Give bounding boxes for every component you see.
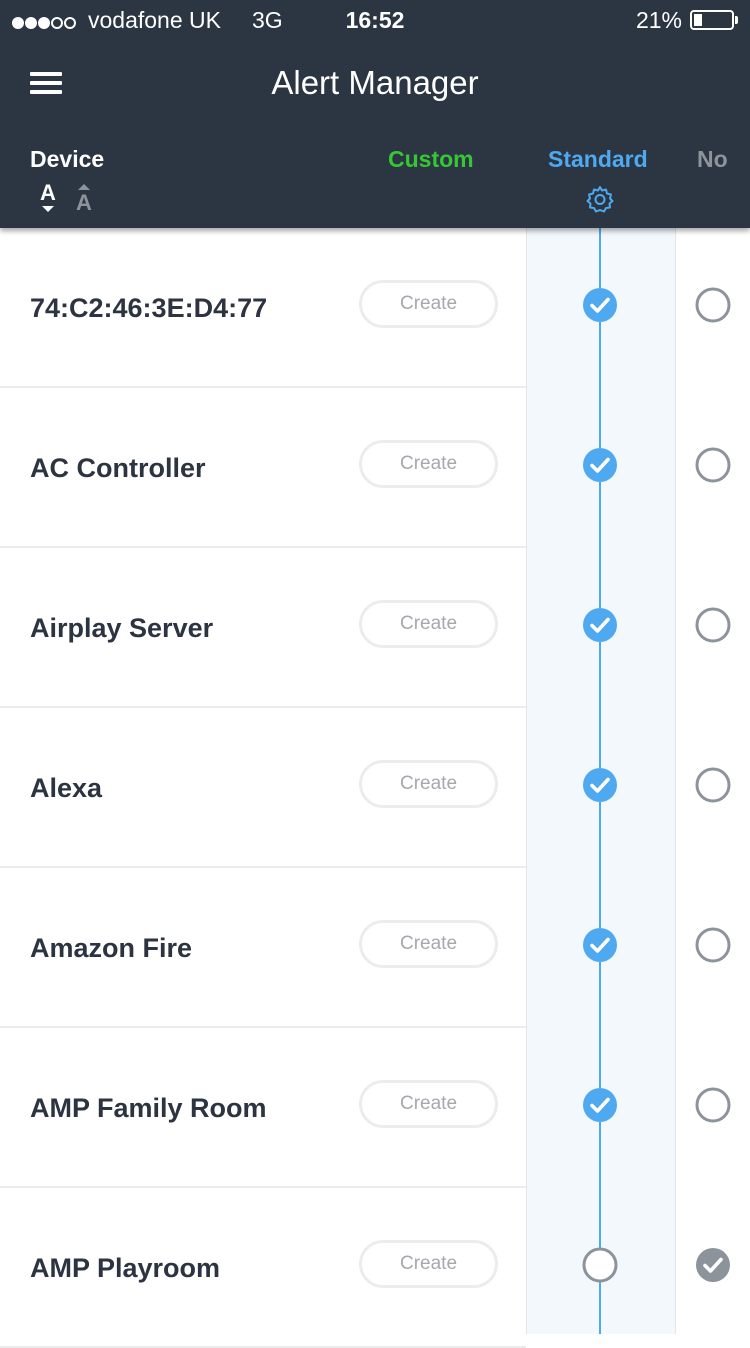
sort-ascending-icon[interactable]: A bbox=[38, 182, 58, 212]
standard-checked-icon[interactable] bbox=[582, 447, 618, 483]
create-custom-alert-button[interactable]: Create bbox=[359, 760, 498, 808]
device-row: AMP Family Room Create bbox=[0, 1028, 750, 1188]
create-custom-alert-button[interactable]: Create bbox=[359, 1080, 498, 1128]
create-custom-alert-button[interactable]: Create bbox=[359, 1240, 498, 1288]
standard-checked-icon[interactable] bbox=[582, 927, 618, 963]
no-alert-radio-icon[interactable] bbox=[695, 287, 731, 323]
device-name: Airplay Server bbox=[30, 613, 214, 643]
create-custom-alert-button[interactable]: Create bbox=[359, 440, 498, 488]
no-alert-radio-icon[interactable] bbox=[695, 767, 731, 803]
device-name: AC Controller bbox=[30, 453, 206, 483]
device-name: AMP Family Room bbox=[30, 1093, 267, 1123]
standard-checked-icon[interactable] bbox=[582, 767, 618, 803]
device-name: AMP Playroom bbox=[30, 1253, 221, 1283]
app-header: vodafone UK 3G 16:52 21% Alert Manager D… bbox=[0, 0, 750, 228]
standard-checked-icon[interactable] bbox=[582, 607, 618, 643]
device-row: Amazon Fire Create bbox=[0, 868, 750, 1028]
create-custom-alert-button[interactable]: Create bbox=[359, 280, 498, 328]
no-alert-radio-icon[interactable] bbox=[695, 607, 731, 643]
battery-icon bbox=[690, 10, 738, 30]
page-title: Alert Manager bbox=[271, 64, 479, 101]
battery-percentage: 21% bbox=[635, 7, 682, 33]
device-row: AC Controller Create bbox=[0, 388, 750, 548]
create-custom-alert-button[interactable]: Create bbox=[359, 920, 498, 968]
column-header-no[interactable]: No bbox=[697, 146, 728, 173]
create-custom-alert-button[interactable]: Create bbox=[359, 600, 498, 648]
standard-checked-icon[interactable] bbox=[582, 1087, 618, 1123]
device-name: 74:C2:46:3E:D4:77 bbox=[30, 293, 268, 323]
no-alert-radio-icon[interactable] bbox=[695, 447, 731, 483]
device-name: Amazon Fire bbox=[30, 933, 193, 963]
device-row: Alexa Create bbox=[0, 708, 750, 868]
gear-icon[interactable] bbox=[585, 184, 615, 214]
sort-descending-icon[interactable]: A bbox=[74, 184, 94, 214]
no-alert-checked-icon[interactable] bbox=[695, 1247, 731, 1283]
standard-radio-icon[interactable] bbox=[582, 1247, 618, 1283]
no-alert-radio-icon[interactable] bbox=[695, 927, 731, 963]
column-header-standard[interactable]: Standard bbox=[548, 146, 648, 173]
device-row: Airplay Server Create bbox=[0, 548, 750, 708]
device-list: 74:C2:46:3E:D4:77 Create AC Controller Crea… bbox=[0, 228, 750, 1348]
standard-checked-icon[interactable] bbox=[582, 287, 618, 323]
column-header-device: Device bbox=[30, 146, 105, 172]
no-alert-radio-icon[interactable] bbox=[695, 1087, 731, 1123]
status-bar: vodafone UK 3G 16:52 21% bbox=[0, 0, 750, 42]
device-row: AMP Playroom Create bbox=[0, 1188, 750, 1348]
device-row: 74:C2:46:3E:D4:77 Create bbox=[0, 228, 750, 388]
device-name: Alexa bbox=[30, 773, 103, 803]
column-header-custom[interactable]: Custom bbox=[388, 146, 474, 173]
